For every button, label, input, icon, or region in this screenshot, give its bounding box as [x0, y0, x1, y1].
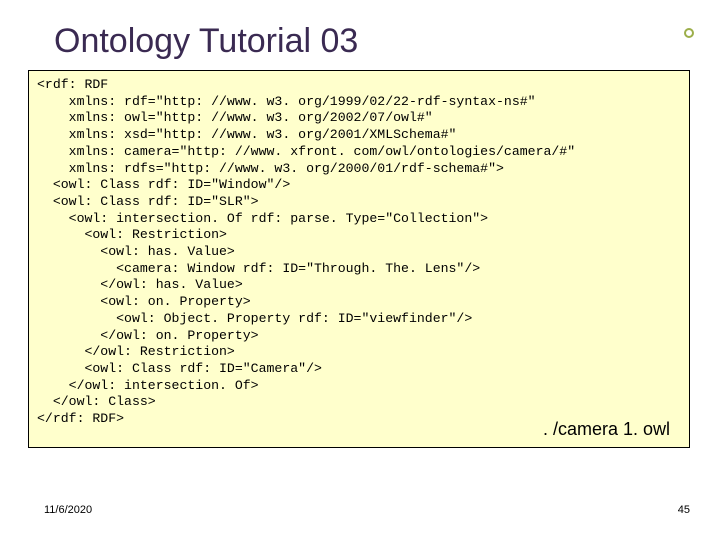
code-box: <rdf: RDF xmlns: rdf="http: //www. w3. o… [28, 70, 690, 448]
code-content: <rdf: RDF xmlns: rdf="http: //www. w3. o… [37, 77, 681, 428]
slide: Ontology Tutorial 03 <rdf: RDF xmlns: rd… [0, 0, 720, 540]
accent-dot-icon [684, 28, 694, 38]
footer-date: 11/6/2020 [44, 504, 92, 516]
slide-title: Ontology Tutorial 03 [54, 22, 358, 61]
footer-page-number: 45 [678, 504, 690, 516]
file-label: . /camera 1. owl [543, 419, 670, 440]
